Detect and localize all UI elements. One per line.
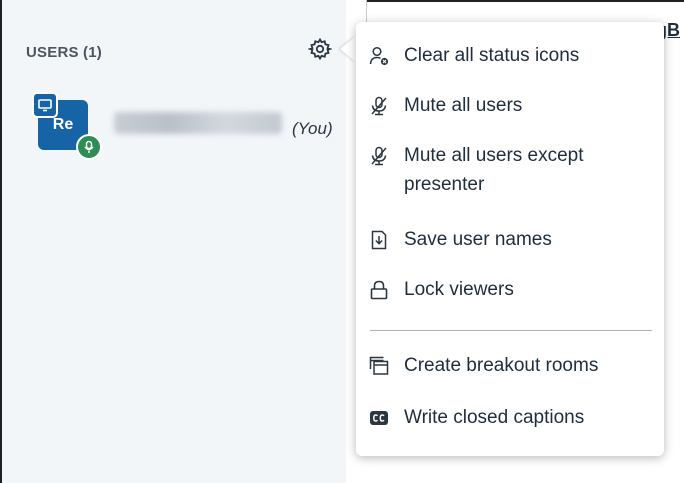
menu-item-write-closed-captions[interactable]: Write closed captions (356, 406, 664, 432)
mic-off-icon (368, 145, 390, 167)
lock-icon (368, 279, 390, 301)
you-label: (You) (292, 119, 333, 138)
panel-divider (366, 0, 367, 22)
menu-divider (370, 330, 652, 331)
presenter-icon (32, 92, 58, 118)
rooms-icon (368, 355, 390, 377)
closed-captions-icon (368, 407, 390, 429)
menu-item-label: Clear all status icons (404, 45, 580, 66)
menu-item-label: Create breakout rooms (404, 355, 599, 376)
menu-item-mute-all[interactable]: Mute all users (356, 94, 664, 120)
menu-item-label: Mute all users except presenter (404, 145, 584, 195)
menu-item-save-user-names[interactable]: Save user names (356, 228, 664, 254)
users-header: USERS (1) (26, 44, 102, 61)
menu-pointer (340, 36, 356, 62)
menu-item-label: Lock viewers (404, 279, 514, 300)
microphone-icon (76, 134, 102, 160)
download-file-icon (368, 229, 390, 251)
menu-item-label: Mute all users (404, 95, 523, 116)
gear-icon[interactable] (307, 37, 333, 61)
user-list-item[interactable]: Re (You) (32, 92, 352, 172)
user-name-redacted (114, 112, 282, 134)
menu-item-clear-status[interactable]: Clear all status icons (356, 44, 664, 70)
menu-item-lock-viewers[interactable]: Lock viewers (356, 278, 664, 304)
menu-item-label: Save user names (404, 229, 552, 250)
user-clear-icon (368, 45, 390, 67)
window-border-top (366, 0, 684, 2)
user-options-menu: Clear all status icons Mute all users Mu (356, 22, 664, 456)
users-panel: USERS (1) Re (You) (2, 0, 346, 483)
menu-item-label: Write closed captions (404, 407, 585, 428)
avatar-initials: Re (52, 116, 74, 133)
mic-off-icon (368, 95, 390, 117)
menu-item-create-breakout-rooms[interactable]: Create breakout rooms (356, 354, 664, 380)
menu-item-mute-all-except-presenter[interactable]: Mute all users except presenter (356, 144, 664, 199)
